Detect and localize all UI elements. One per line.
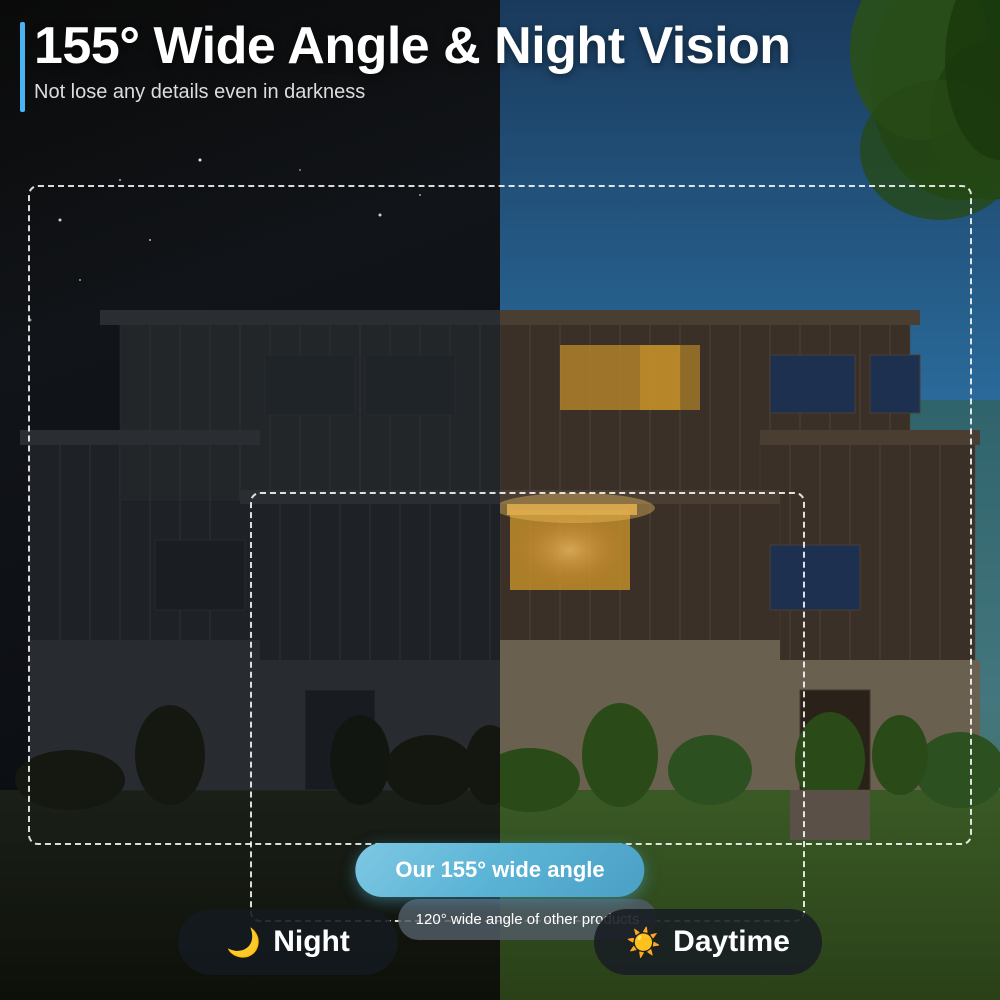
- outer-dashed-border: 120° wide angle of other products Our 15…: [28, 185, 972, 845]
- bottom-labels-container: 🌙 Night ☀️ Daytime: [0, 909, 1000, 975]
- subtitle: Not lose any details even in darkness: [20, 81, 791, 104]
- main-container: 155° Wide Angle & Night Vision Not lose …: [0, 0, 1000, 1000]
- sun-icon: ☀️: [626, 926, 661, 959]
- moon-icon: 🌙: [226, 926, 261, 959]
- day-mode-badge: ☀️ Daytime: [594, 909, 822, 975]
- main-title: 155° Wide Angle & Night Vision: [20, 18, 791, 75]
- outer-angle-label: Our 155° wide angle: [355, 843, 644, 897]
- night-label-text: Night: [273, 925, 350, 959]
- accent-bar: [20, 22, 25, 112]
- header: 155° Wide Angle & Night Vision Not lose …: [20, 18, 791, 104]
- night-mode-badge: 🌙 Night: [178, 909, 398, 975]
- day-label-text: Daytime: [673, 925, 790, 959]
